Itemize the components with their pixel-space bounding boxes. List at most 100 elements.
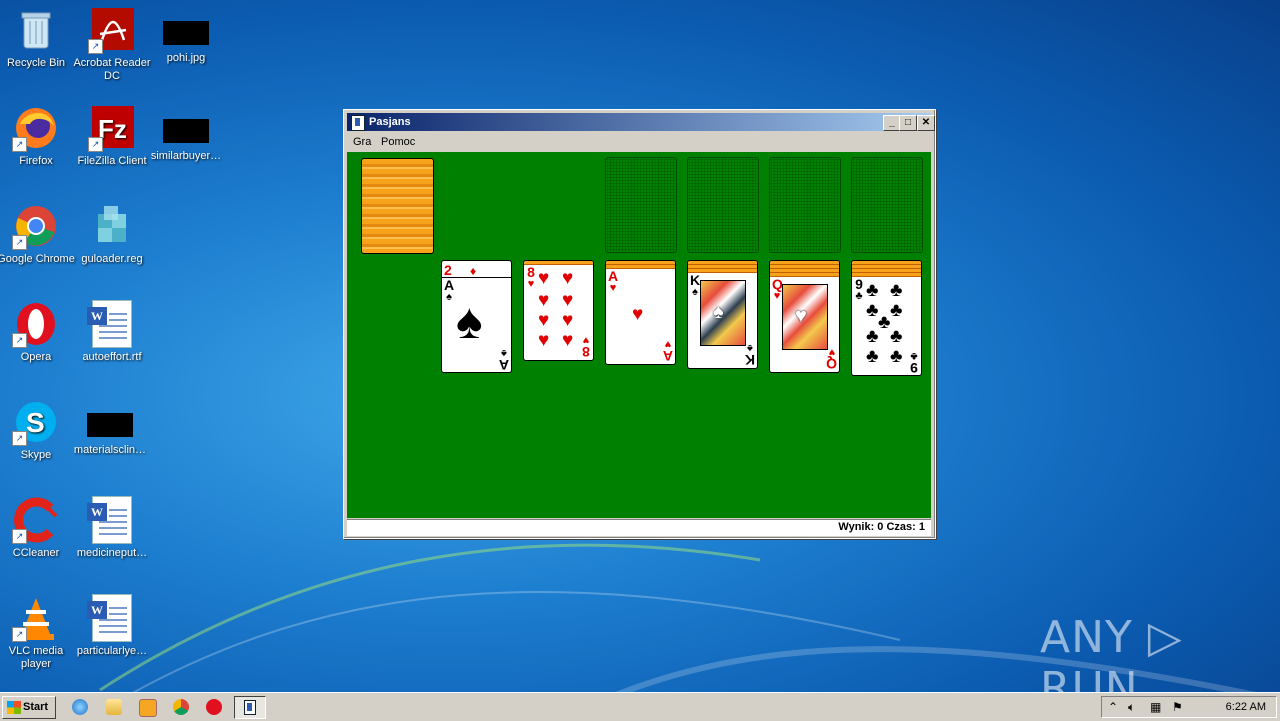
desktop-icon-label: Google Chrome <box>0 253 75 265</box>
shortcut-arrow-icon: ↗ <box>12 333 27 348</box>
card-face-down-under[interactable]: 2 ♦ <box>442 261 511 278</box>
heart-pip-icon: ♥ <box>562 268 574 289</box>
network-icon[interactable]: ▦ <box>1150 700 1161 714</box>
desktop-icon-particularlye[interactable]: W particularlye… <box>72 588 152 658</box>
desktop-icon-autoeffort[interactable]: W autoeffort.rtf <box>72 294 152 364</box>
chrome-taskbar-icon[interactable] <box>173 699 189 715</box>
desktop-icon-label: guloader.reg <box>81 253 143 265</box>
card-index: A ♥ <box>662 338 673 364</box>
heart-pip-icon: ♥ <box>562 310 574 331</box>
card-index: A ♠ <box>444 277 455 303</box>
card-index: Q ♥ <box>772 276 783 302</box>
club-pip-icon: ♣ <box>866 280 879 301</box>
card-index: Q ♥ <box>826 346 837 372</box>
explorer-folder-icon[interactable] <box>106 699 122 715</box>
title-bar[interactable]: Pasjans _ □ ✕ <box>347 113 935 131</box>
tableau-pile-4[interactable]: K ♠ ♠ K ♠ <box>687 260 758 369</box>
foundation-slot-1[interactable] <box>605 157 677 253</box>
svg-text:S: S <box>26 407 45 438</box>
desktop-icon-pohi[interactable]: pohi.jpg <box>146 0 226 65</box>
club-pip-icon: ♣ <box>890 326 903 347</box>
menu-gra[interactable]: Gra <box>353 136 371 148</box>
opera-icon: ↗ <box>12 300 60 348</box>
desktop-icon-vlc[interactable]: ↗ VLC media player <box>0 588 76 671</box>
chrome-icon: ↗ <box>12 202 60 250</box>
foundation-slot-4[interactable] <box>851 157 923 253</box>
heart-pip-icon: ♥ <box>538 310 550 331</box>
desktop-icon-filezilla[interactable]: Fz ↗ FileZilla Client <box>72 98 152 168</box>
desktop-icon-opera[interactable]: ↗ Opera <box>0 294 76 364</box>
registry-file-icon <box>88 202 136 250</box>
firefox-icon: ↗ <box>12 104 60 152</box>
desktop-icon-label: Recycle Bin <box>6 57 66 69</box>
card-index: 9 ♣ <box>855 276 863 302</box>
tableau-pile-3[interactable]: A ♥ ♥ A ♥ <box>605 260 676 365</box>
desktop-icon-materialsclin[interactable]: materialsclin… <box>70 392 150 457</box>
card-index: A ♠ <box>498 347 509 373</box>
desktop-icon-recycle-bin[interactable]: Recycle Bin <box>0 0 76 70</box>
desktop-icon-chrome[interactable]: ↗ Google Chrome <box>0 196 76 266</box>
desktop-icon-label: Opera <box>20 351 52 363</box>
club-pip-icon: ♣ <box>890 280 903 301</box>
desktop-icon-skype[interactable]: S ↗ Skype <box>0 392 76 462</box>
tableau-pile-6[interactable]: 9 ♣ ♣ ♣ ♣ ♣ ♣ ♣ ♣ ♣ ♣ 9 ♣ <box>851 260 922 376</box>
card-king-spades[interactable]: K ♠ ♠ K ♠ <box>688 273 757 368</box>
desktop-icon-ccleaner[interactable]: ↗ CCleaner <box>0 490 76 560</box>
tableau-pile-5[interactable]: Q ♥ ♥ Q ♥ <box>769 260 840 373</box>
show-hidden-icons-icon[interactable]: ⌃ <box>1108 700 1118 714</box>
stock-pile[interactable] <box>359 157 434 254</box>
desktop-icon-medicineput[interactable]: W medicineput… <box>72 490 152 560</box>
heart-pip-icon: ♥ <box>632 304 644 325</box>
clock[interactable]: 6:22 AM <box>1226 701 1266 713</box>
word-document-icon: W <box>87 300 136 348</box>
start-button[interactable]: Start <box>2 696 56 719</box>
maximize-button[interactable]: □ <box>899 115 917 131</box>
close-button[interactable]: ✕ <box>917 115 935 131</box>
taskbar: Start ⌃ 🔈︎ ▦ ⚑ 6:22 AM <box>0 692 1280 721</box>
volume-icon[interactable]: 🔈︎ <box>1128 700 1135 715</box>
filezilla-icon: Fz ↗ <box>88 104 136 152</box>
desktop-icon-firefox[interactable]: ↗ Firefox <box>0 98 76 168</box>
desktop-icon-similarbuyer[interactable]: similarbuyer… <box>146 98 226 163</box>
status-bar: Wynik: 0 Czas: 1 <box>347 519 931 536</box>
card-ace-hearts[interactable]: A ♥ ♥ A ♥ <box>606 268 675 364</box>
foundation-slot-3[interactable] <box>769 157 841 253</box>
king-portrait-icon: ♠ <box>700 280 746 346</box>
card-index: A ♥ <box>608 268 619 294</box>
opera-taskbar-icon[interactable] <box>206 699 222 715</box>
file-thumbnail-icon <box>87 413 133 437</box>
shortcut-arrow-icon: ↗ <box>88 39 103 54</box>
card-ace-spades[interactable]: A ♠ ♠ A ♠ <box>442 278 511 372</box>
card-index: 8 ♥ <box>582 334 590 360</box>
desktop-icon-guloader[interactable]: guloader.reg <box>72 196 152 266</box>
recycle-bin-icon <box>12 6 60 54</box>
spade-pip-icon: ♠ <box>456 293 483 349</box>
action-center-flag-icon[interactable]: ⚑ <box>1172 700 1183 714</box>
card-eight-hearts[interactable]: 8 ♥ ♥ ♥ ♥ ♥ ♥ ♥ ♥ ♥ 8 ♥ <box>524 264 593 360</box>
heart-pip-icon: ♥ <box>562 290 574 311</box>
word-document-icon: W <box>87 594 136 642</box>
desktop-icon-label: Skype <box>20 449 52 461</box>
solitaire-taskbar-icon <box>244 700 256 715</box>
solitaire-window[interactable]: Pasjans _ □ ✕ Gra Pomoc 2 ♦ A ♠ ♠ A ♠ 8 … <box>343 109 936 539</box>
taskbar-item-solitaire[interactable] <box>234 696 266 719</box>
score-time-status: Wynik: 0 Czas: 1 <box>838 521 925 533</box>
tableau-pile-2[interactable]: 8 ♥ ♥ ♥ ♥ ♥ ♥ ♥ ♥ ♥ 8 ♥ <box>523 260 594 361</box>
menu-pomoc[interactable]: Pomoc <box>381 136 415 148</box>
windows-logo-icon <box>7 701 21 714</box>
ccleaner-icon: ↗ <box>12 496 60 544</box>
internet-explorer-icon[interactable] <box>72 699 88 715</box>
card-queen-hearts[interactable]: Q ♥ ♥ Q ♥ <box>770 276 839 372</box>
desktop-icon-label: Firefox <box>19 155 53 167</box>
card-index: 8 ♥ <box>527 264 535 290</box>
card-nine-clubs[interactable]: 9 ♣ ♣ ♣ ♣ ♣ ♣ ♣ ♣ ♣ ♣ 9 ♣ <box>852 277 921 375</box>
club-pip-icon: ♣ <box>866 326 879 347</box>
heart-pip-icon: ♥ <box>562 330 574 351</box>
heart-pip-icon: ♥ <box>538 290 550 311</box>
desktop-icon-acrobat[interactable]: ↗ Acrobat Reader DC <box>72 0 152 83</box>
club-pip-icon: ♣ <box>890 300 903 321</box>
media-player-icon[interactable] <box>139 699 157 717</box>
tableau-pile-1[interactable]: 2 ♦ A ♠ ♠ A ♠ <box>441 260 512 373</box>
foundation-slot-2[interactable] <box>687 157 759 253</box>
shortcut-arrow-icon: ↗ <box>12 529 27 544</box>
